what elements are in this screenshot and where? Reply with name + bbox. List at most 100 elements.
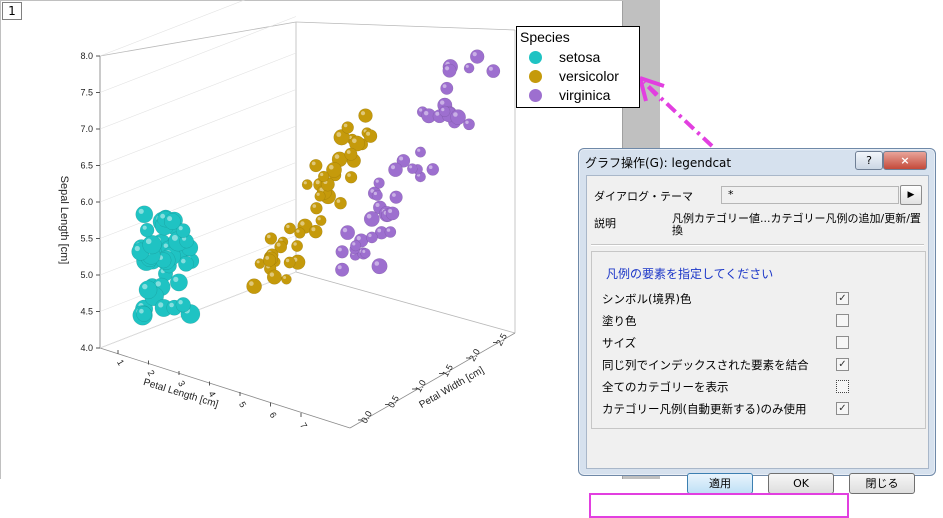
legend-item-versicolor: versicolor [529,67,619,85]
circle-icon [529,88,542,102]
option-symbol-color[interactable]: シンボル(境界)色 [602,291,852,307]
option-label: カテゴリー凡例(自動更新する)のみ使用 [602,402,807,416]
data-point-highlight [163,243,168,248]
data-point [385,206,400,221]
close-button[interactable]: 閉じる [849,473,915,494]
checkbox-category-legend-only[interactable]: ✓ [836,402,849,415]
y-axis-ticks: 0.0 0.5 1.0 1.5 2.0 2.5 [358,332,509,425]
data-point [294,227,306,239]
option-fill-color[interactable]: 塗り色 [602,313,852,329]
apply-button[interactable]: 適用 [687,473,753,494]
y-tick-label: 2.0 [467,347,482,363]
data-point-highlight [336,132,342,137]
data-point-highlight [472,52,477,57]
data-point-highlight [377,228,382,233]
data-point [363,210,380,227]
data-point-highlight [338,247,342,252]
data-point-highlight [373,191,377,196]
checkbox-size[interactable] [836,336,849,349]
option-size[interactable]: サイズ [602,335,852,351]
data-point-highlight [173,276,179,282]
data-point-highlight [267,234,271,239]
data-point-highlight [286,224,290,229]
option-show-all-categories[interactable]: 全てのカテゴリーを表示 [602,379,852,395]
data-point-highlight [181,258,186,264]
data-point-highlight [283,276,287,279]
data-point-highlight [417,148,421,152]
help-button[interactable]: ? [855,151,883,170]
data-point-highlight [315,180,320,185]
data-point [344,170,358,184]
data-point-highlight [366,213,372,219]
data-point [310,201,323,215]
data-point-highlight [285,258,290,263]
dialog-close-icon[interactable]: × [883,151,927,170]
data-point [360,247,371,259]
circle-icon [529,69,542,83]
data-point [283,256,296,269]
checkbox-show-all-categories[interactable] [836,380,849,393]
checkbox-fill-color[interactable] [836,314,849,327]
data-point-highlight [160,213,166,219]
x-tick-label: 5 [237,400,248,409]
z-tick-label: 8.0 [80,51,93,61]
data-point-highlight [453,112,458,117]
data-point [266,269,282,285]
checkbox-symbol-color[interactable]: ✓ [836,292,849,305]
option-label: 同じ列でインデックスされた要素を結合 [602,358,809,372]
data-point-highlight [276,242,281,247]
option-category-legend-only[interactable]: カテゴリー凡例(自動更新する)のみ使用 [602,401,852,417]
data-point-highlight [139,308,144,314]
data-point-highlight [293,242,297,246]
data-point-highlight [374,261,380,266]
data-point-highlight [488,66,493,71]
checkbox-combine-indexed[interactable]: ✓ [836,358,849,371]
data-point-highlight [142,283,148,290]
data-point-highlight [362,250,366,253]
data-point-highlight [342,227,348,233]
data-point [463,62,475,74]
x-tick-label: 2 [146,368,157,377]
data-point-highlight [440,100,445,105]
graph-manipulation-dialog: グラフ操作(G): legendcat ? × ダイアログ・テーマ * ▶ 説明… [578,148,936,518]
data-point [317,170,330,183]
data-point-highlight [352,242,356,246]
description-text: 凡例カテゴリー値...カテゴリー凡例の追加/更新/置換 [672,212,921,237]
group-heading: 凡例の要素を指定してください [606,267,774,281]
z-tick-label: 7.0 [80,124,93,134]
data-point-highlight [375,203,380,207]
option-combine-indexed[interactable]: 同じ列でインデックスされた要素を結合 [602,357,852,373]
highlight-box [589,493,849,518]
z-axis-ticks: 4.0 4.5 5.0 5.5 6.0 6.5 7.0 7.5 8.0 [80,51,100,353]
data-point-highlight [465,64,469,68]
z-axis-label: Sepal Length [cm] [58,176,70,265]
data-point-highlight [169,302,174,308]
data-point [163,213,181,230]
z-tick-label: 4.0 [80,343,93,353]
data-point-highlight [409,165,413,169]
data-point-highlight [441,108,445,112]
y-tick-label: 1.5 [440,363,455,379]
theme-field[interactable]: * [721,186,899,204]
data-point [309,158,323,173]
data-point-highlight [320,172,324,177]
data-point [335,262,350,277]
data-point-highlight [178,300,183,305]
ok-button[interactable]: OK [768,473,834,494]
data-point-highlight [265,256,270,260]
theme-menu-arrow-icon[interactable]: ▶ [900,185,922,205]
legend-title: Species [520,29,570,45]
legend-item-setosa: setosa [529,48,600,66]
x-tick-label: 7 [298,421,309,430]
data-point-highlight [303,181,307,185]
data-point [363,129,378,143]
data-point [308,224,323,239]
legend[interactable]: Species setosa versicolor virginica [516,26,640,108]
data-point [414,146,427,158]
data-point [365,231,378,244]
x-tick-label: 6 [268,410,279,419]
data-point-highlight [311,227,316,232]
x-tick-label: 1 [115,358,126,367]
dialog-body: ダイアログ・テーマ * ▶ 説明 凡例カテゴリー値...カテゴリー凡例の追加/更… [586,175,929,494]
data-point-highlight [360,111,366,116]
